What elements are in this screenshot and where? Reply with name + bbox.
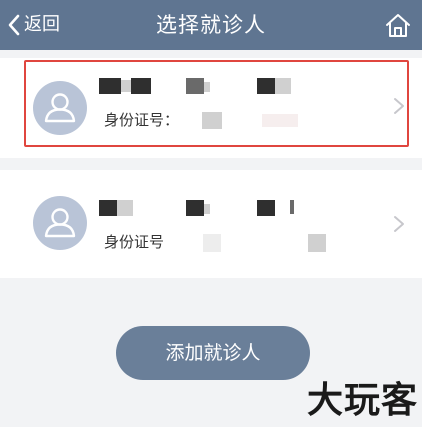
- person-avatar-icon: [33, 81, 87, 135]
- chevron-right-icon: [394, 216, 404, 232]
- redacted-name-block: [121, 80, 131, 92]
- add-patient-button[interactable]: 添加就诊人: [116, 326, 310, 380]
- redacted-id-block: [203, 234, 221, 252]
- redacted-name-block: [99, 200, 117, 216]
- redacted-name-block: [204, 82, 210, 92]
- navigation-bar: 返回 选择就诊人: [0, 0, 422, 50]
- watermark-text: 大玩客: [306, 380, 418, 421]
- redacted-name-block: [290, 200, 294, 214]
- redacted-id-block: [308, 234, 326, 252]
- redacted-name-block: [204, 204, 210, 214]
- redacted-name-block: [131, 78, 151, 94]
- patient-card-1[interactable]: 身份证号：: [0, 58, 422, 158]
- redacted-name-block: [117, 200, 133, 216]
- redacted-name-block: [186, 78, 204, 94]
- id-number-label: 身份证号: [104, 233, 165, 251]
- home-icon: [386, 14, 410, 37]
- redacted-name-block: [99, 78, 121, 94]
- redacted-name-block: [275, 78, 291, 94]
- id-number-label: 身份证号：: [104, 111, 180, 129]
- redacted-id-block: [262, 114, 298, 127]
- redacted-name-block: [186, 200, 204, 216]
- patient-card-2[interactable]: 身份证号: [0, 170, 422, 278]
- person-avatar-icon: [33, 196, 87, 250]
- chevron-right-icon: [394, 98, 404, 114]
- redacted-id-block: [202, 112, 222, 129]
- redacted-name-block: [257, 78, 275, 94]
- redacted-name-block: [257, 200, 275, 216]
- home-button[interactable]: [384, 11, 412, 39]
- page-title: 选择就诊人: [156, 13, 266, 37]
